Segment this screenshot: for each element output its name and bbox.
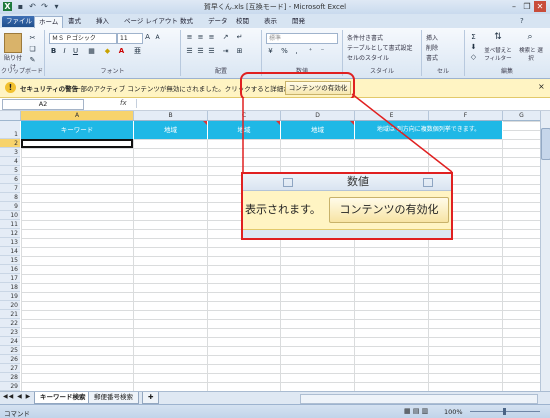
zoom-callout: 数値 表示されます。 コンテンツの有効化 <box>241 172 453 240</box>
zoom-enable-content-button: コンテンツの有効化 <box>329 197 449 223</box>
sheet-tab-keyword[interactable]: キーワード検索 <box>34 392 92 404</box>
zoom-message: 表示されます。 <box>245 203 321 216</box>
dialog-launcher-icon <box>423 178 433 187</box>
annotation-line-right <box>351 93 453 173</box>
new-sheet-icon[interactable]: ✚ <box>142 392 160 404</box>
view-buttons-icon[interactable]: ▦ ▤ ▥ <box>404 407 428 415</box>
zoom-number-group-label: 数値 <box>347 175 369 188</box>
zoom-formula-strip <box>243 230 451 238</box>
dialog-launcher-icon <box>283 178 293 187</box>
sheet-tab-postal[interactable]: 郵便番号検索 <box>88 392 139 404</box>
zoom-security-bar: 表示されます。 コンテンツの有効化 <box>243 191 451 230</box>
zoom-slider-thumb[interactable] <box>503 408 506 415</box>
horizontal-scrollbar[interactable] <box>300 394 538 404</box>
zoom-level[interactable]: 100% <box>444 408 463 416</box>
sheet-tab-bar: ◀◀ ◀ ▶ ▶▶ キーワード検索 郵便番号検索 ✚ <box>0 391 550 404</box>
status-bar: コマンド ▦ ▤ ▥ 100% <box>0 404 550 418</box>
